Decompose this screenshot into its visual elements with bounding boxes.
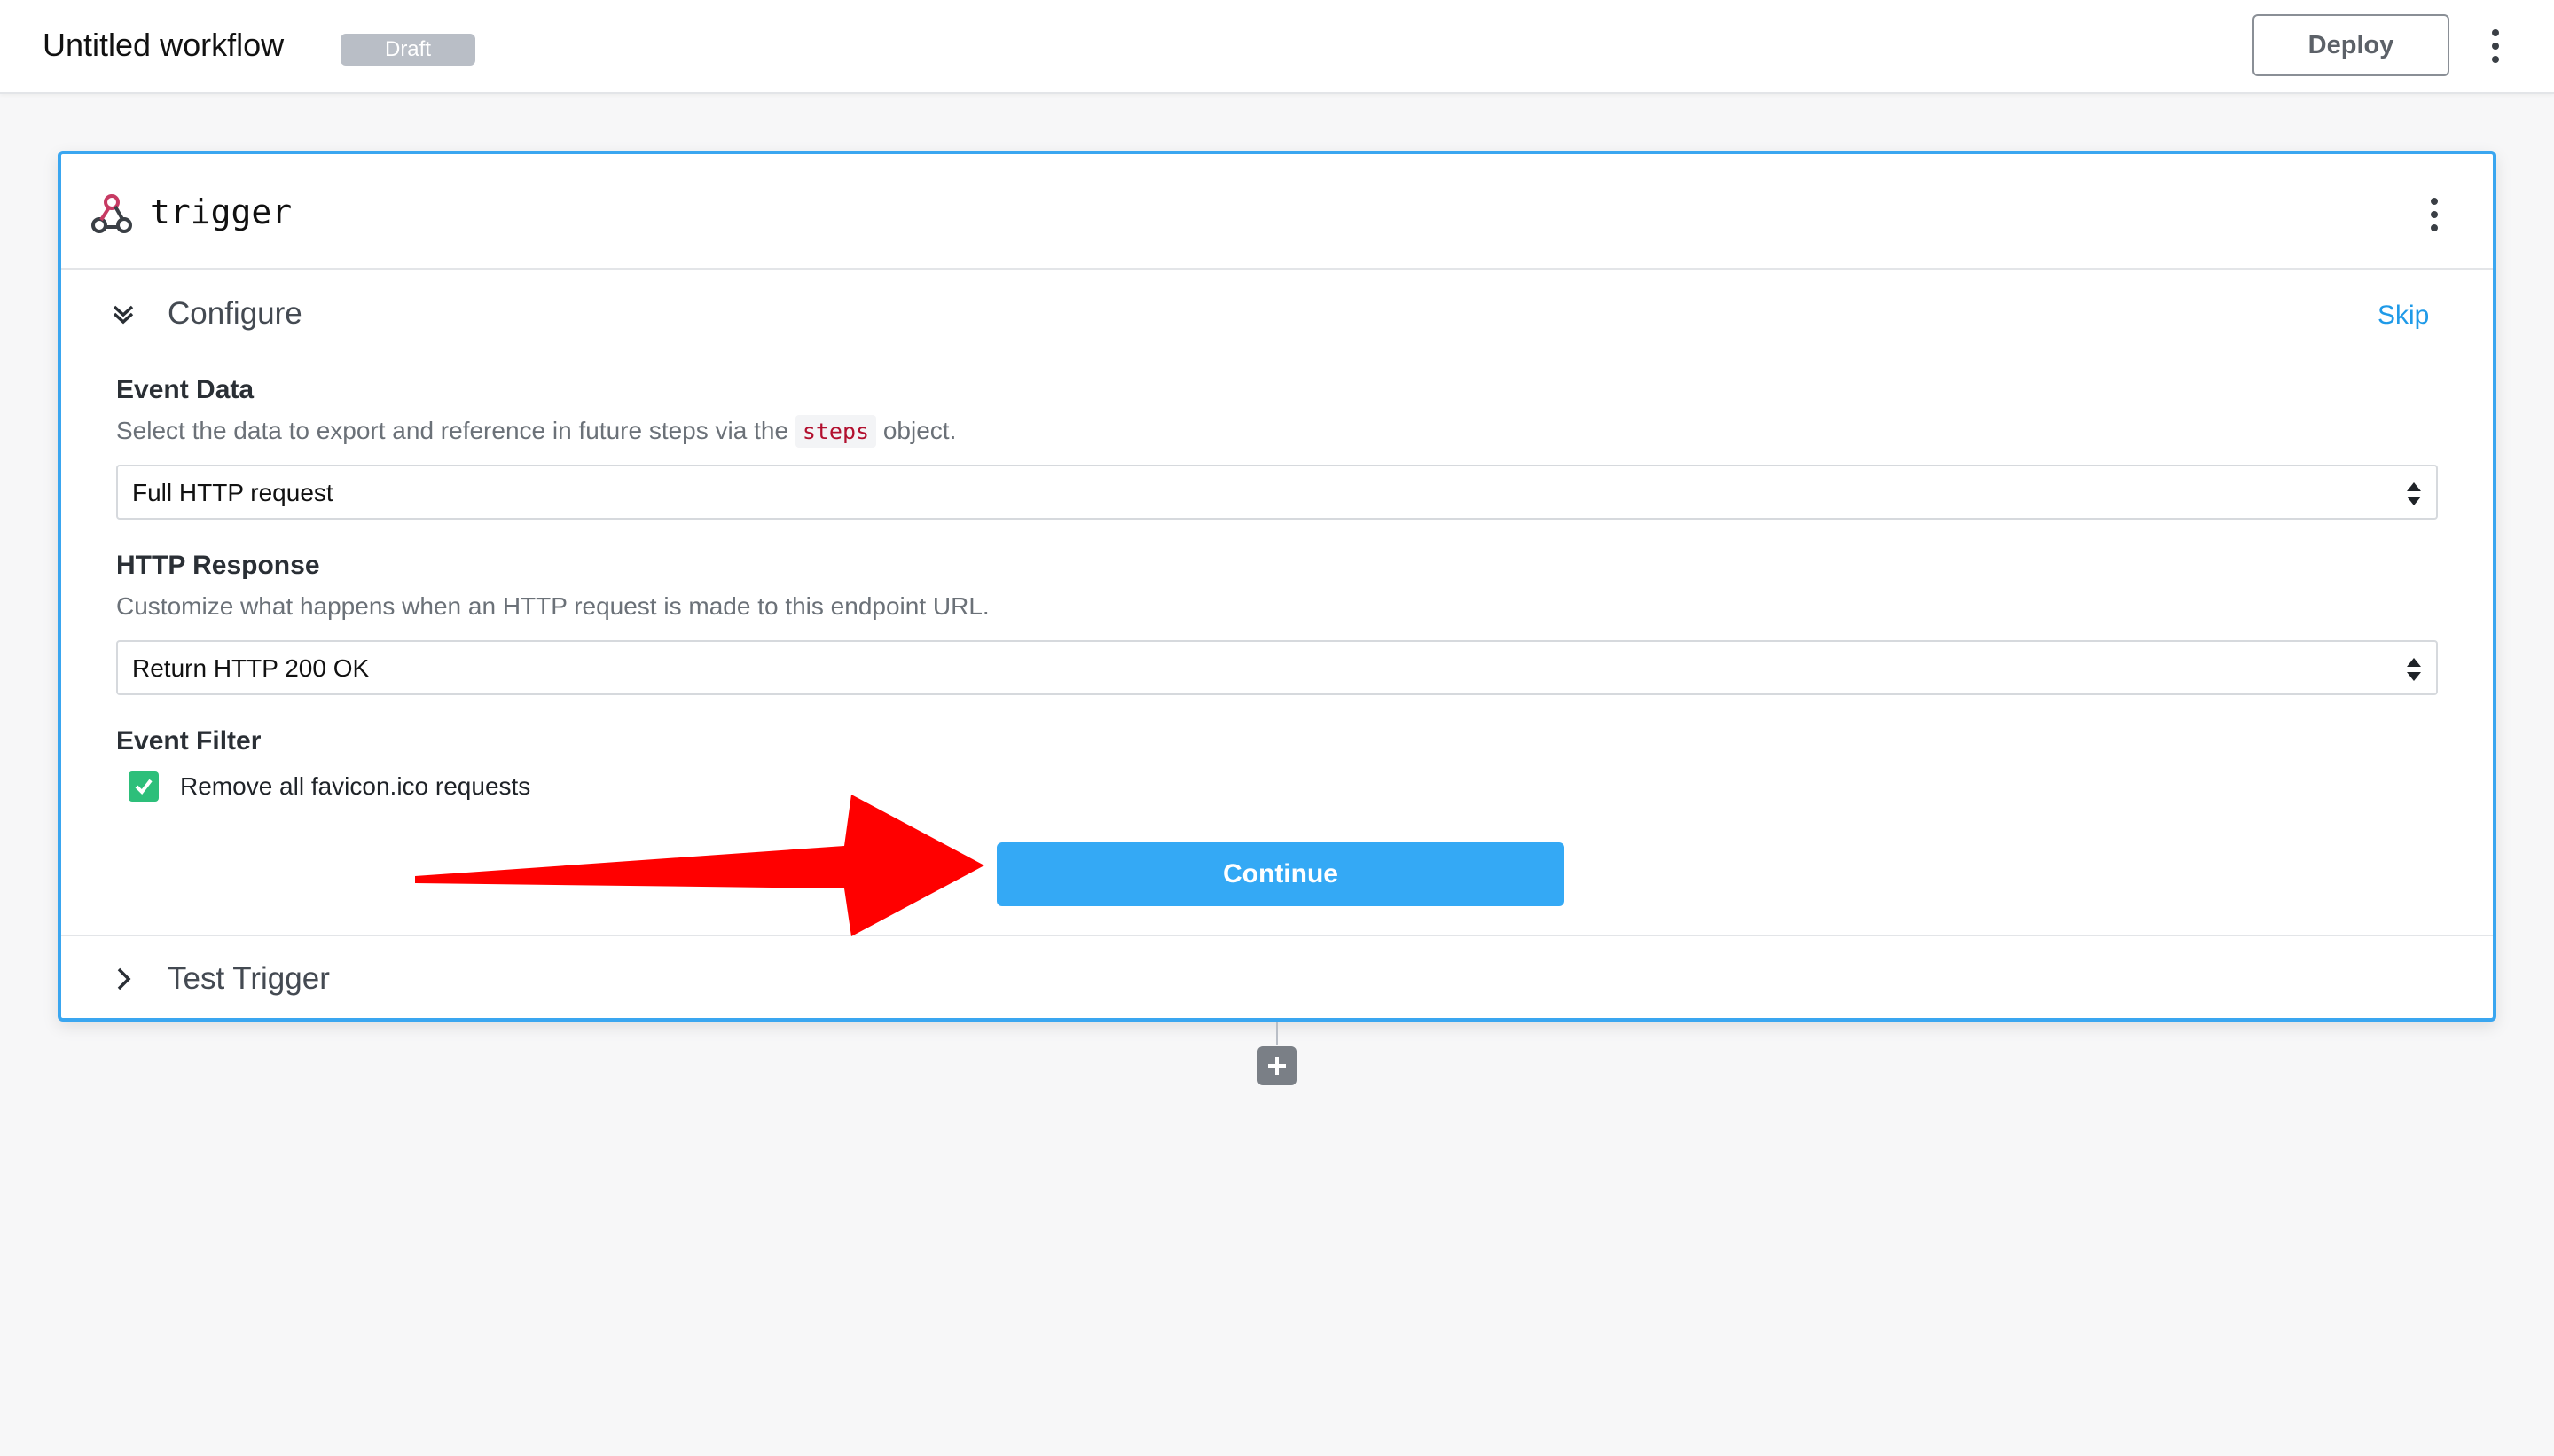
event-data-title: Event Data	[116, 375, 255, 404]
event-data-desc-after: object.	[876, 417, 957, 444]
steps-code: steps	[795, 415, 877, 448]
http-response-value: Return HTTP 200 OK	[132, 654, 370, 682]
http-response-title: HTTP Response	[116, 551, 320, 580]
chevron-right-icon	[117, 967, 131, 990]
webhook-icon	[91, 194, 132, 233]
plus-icon	[1268, 1057, 1286, 1075]
test-trigger-toggle[interactable]: Test Trigger	[97, 952, 540, 1006]
configure-label: Configure	[168, 296, 302, 331]
up-down-icon	[2407, 658, 2421, 681]
continue-button[interactable]: Continue	[997, 842, 1564, 906]
kebab-menu-icon[interactable]	[2417, 190, 2452, 239]
test-trigger-label: Test Trigger	[168, 961, 330, 996]
http-response-select[interactable]: Return HTTP 200 OK	[116, 640, 2438, 695]
event-data-description: Select the data to export and reference …	[116, 413, 956, 450]
kebab-menu-icon[interactable]	[2478, 21, 2513, 71]
http-response-description: Customize what happens when an HTTP requ…	[116, 592, 990, 620]
trigger-name[interactable]: trigger	[150, 190, 292, 234]
card-header: trigger	[61, 154, 2493, 270]
top-bar: Untitled workflow Draft Deploy	[0, 0, 2554, 94]
skip-link[interactable]: Skip	[2378, 298, 2429, 333]
event-filter-title: Event Filter	[116, 726, 262, 755]
status-badge: Draft	[341, 34, 475, 66]
annotation-arrow	[415, 795, 984, 936]
chevron-double-down-icon	[113, 305, 134, 325]
step-connector	[1276, 1022, 1278, 1045]
checkmark-icon	[135, 779, 153, 795]
event-data-select[interactable]: Full HTTP request	[116, 465, 2438, 520]
add-step-button[interactable]	[1257, 1046, 1297, 1085]
event-data-value: Full HTTP request	[132, 479, 333, 506]
event-data-desc-before: Select the data to export and reference …	[116, 417, 795, 444]
configure-toggle[interactable]: Configure	[97, 287, 540, 341]
up-down-icon	[2407, 482, 2421, 505]
workflow-title[interactable]: Untitled workflow	[43, 26, 284, 65]
deploy-button[interactable]: Deploy	[2252, 14, 2449, 76]
favicon-filter-checkbox[interactable]	[129, 771, 159, 802]
